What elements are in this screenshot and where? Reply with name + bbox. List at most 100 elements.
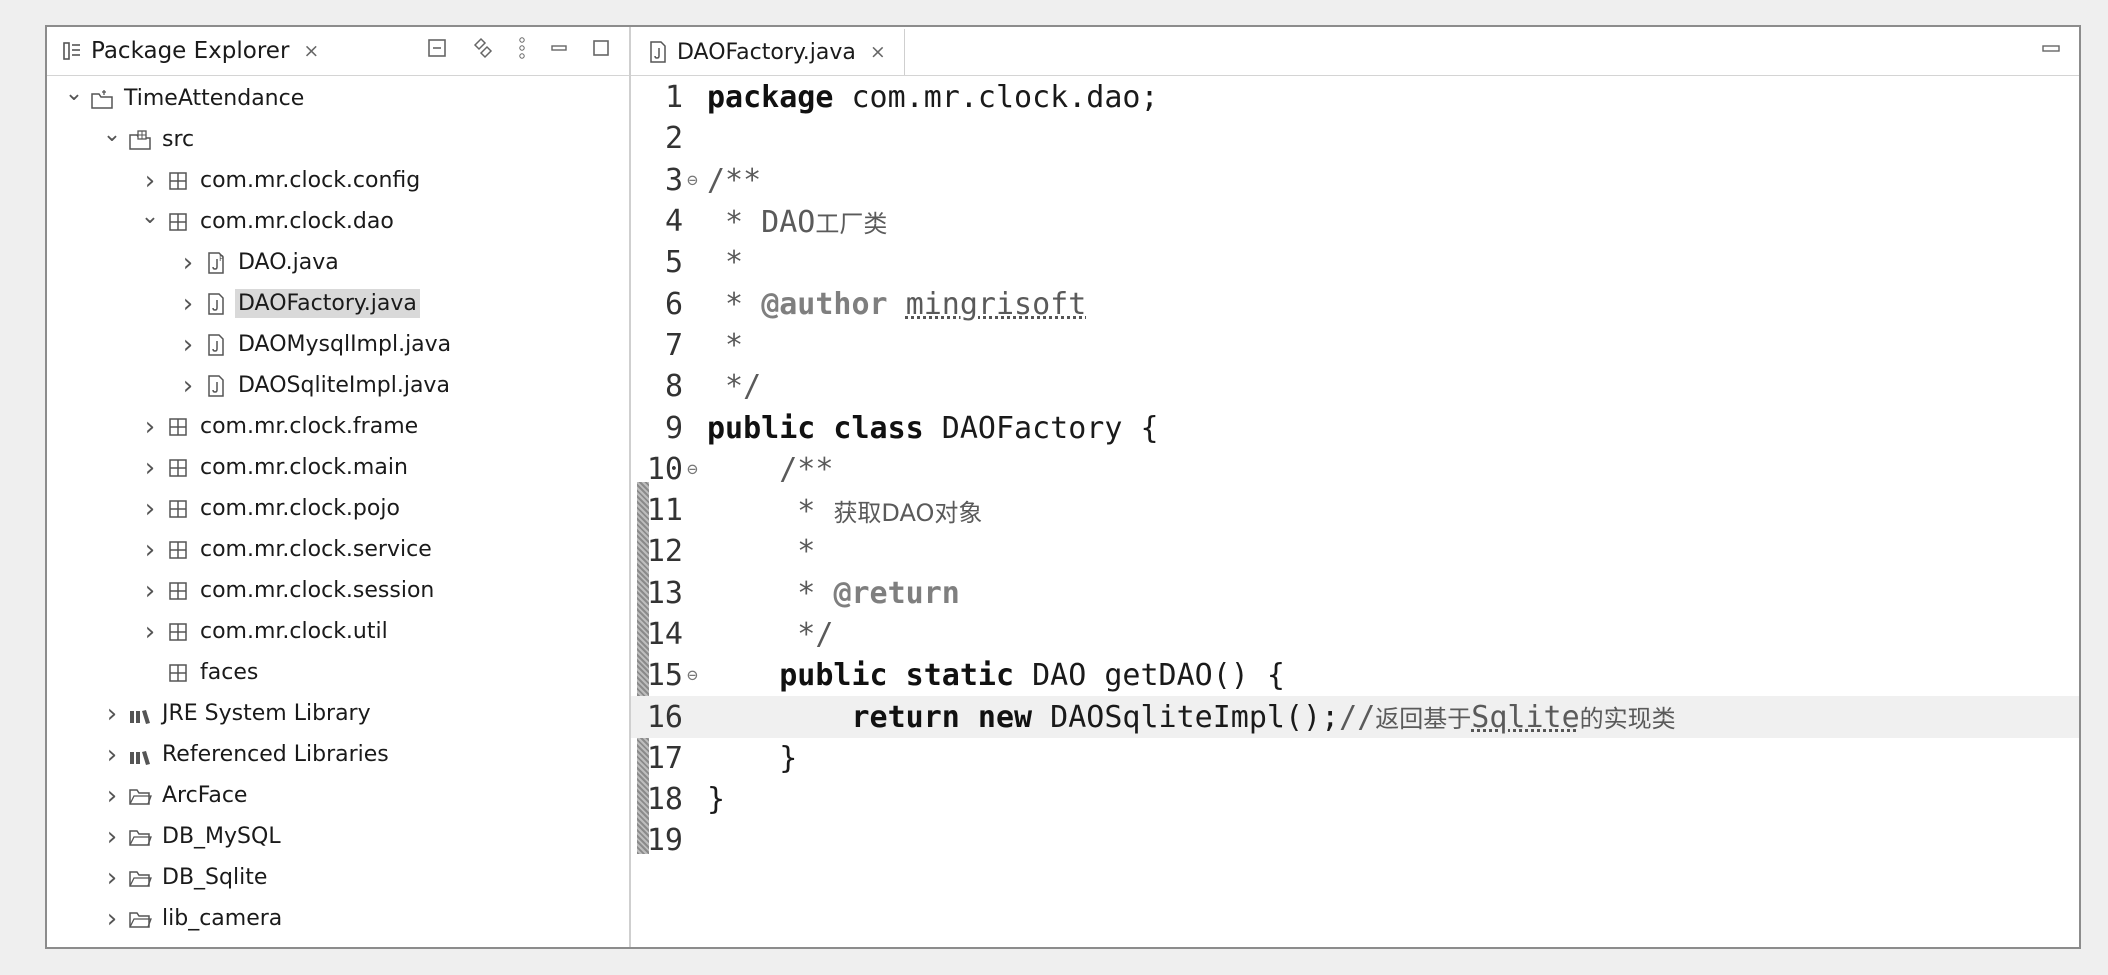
code-text: * 获取DAO对象: [707, 493, 983, 529]
collapse-all-icon[interactable]: [427, 38, 449, 64]
maximize-icon[interactable]: [591, 38, 611, 64]
chevron-down-icon[interactable]: ⌄: [63, 81, 85, 106]
chevron-right-icon[interactable]: ›: [139, 166, 161, 196]
code-line[interactable]: 13 * @return: [631, 573, 2079, 614]
code-line[interactable]: 10 ⊖ /**: [631, 449, 2079, 490]
tree-item[interactable]: › com.mr.clock.service: [47, 529, 629, 570]
editor-panel: DAOFactory.java × 1 package com.mr.clock.…: [631, 27, 2079, 947]
code-line[interactable]: 9 public class DAOFactory {: [631, 407, 2079, 448]
view-menu-icon[interactable]: [517, 36, 527, 66]
code-line[interactable]: 11 * 获取DAO对象: [631, 490, 2079, 531]
chevron-right-icon[interactable]: ›: [101, 781, 123, 811]
code-area[interactable]: 1 package com.mr.clock.dao; 2 3 ⊖/** 4 * DAO工…: [631, 77, 2079, 862]
code-line[interactable]: 4 * DAO工厂类: [631, 201, 2079, 242]
code-text: package com.mr.clock.dao;: [707, 80, 1159, 116]
line-number: 12: [646, 534, 683, 570]
chevron-right-icon[interactable]: ›: [177, 289, 199, 319]
code-line[interactable]: 16 return new DAOSqliteImpl();//返回基于Sqli…: [631, 696, 2079, 738]
tree-item[interactable]: › com.mr.clock.frame: [47, 406, 629, 447]
fold-toggle-icon[interactable]: ⊖: [687, 665, 707, 686]
code-line[interactable]: 6 * @author mingrisoft: [631, 283, 2079, 324]
chevron-right-icon[interactable]: ›: [101, 863, 123, 893]
line-number: 17: [646, 740, 683, 776]
chevron-right-icon[interactable]: ›: [177, 330, 199, 360]
tree-item[interactable]: › DB_Sqlite: [47, 857, 629, 898]
chevron-right-icon[interactable]: ›: [139, 494, 161, 524]
chevron-right-icon[interactable]: ›: [101, 699, 123, 729]
chevron-right-icon[interactable]: ›: [101, 904, 123, 934]
tree-item[interactable]: › DAOFactory.java: [47, 283, 629, 324]
tree-item[interactable]: ⌄ com.mr.clock.dao: [47, 201, 629, 242]
tree-item-label: ArcFace: [162, 783, 248, 808]
chevron-right-icon[interactable]: ›: [177, 248, 199, 278]
tree-item-label: DB_Sqlite: [162, 865, 268, 890]
tree-item[interactable]: › com.mr.clock.pojo: [47, 488, 629, 529]
tree-item[interactable]: › ArcFace: [47, 775, 629, 816]
code-text: *: [707, 534, 816, 570]
code-line[interactable]: 7 *: [631, 325, 2079, 366]
code-line[interactable]: 15 ⊖ public static DAO getDAO() {: [631, 655, 2079, 696]
code-line[interactable]: 3 ⊖/**: [631, 160, 2079, 201]
code-line[interactable]: 2: [631, 118, 2079, 159]
tree-item[interactable]: › com.mr.clock.util: [47, 611, 629, 652]
line-number: 8: [664, 369, 683, 405]
code-line[interactable]: 1 package com.mr.clock.dao;: [631, 77, 2079, 118]
code-line[interactable]: 8 */: [631, 366, 2079, 407]
chevron-right-icon[interactable]: ›: [139, 412, 161, 442]
chevron-down-icon[interactable]: ⌄: [139, 204, 161, 229]
tab-daofactory-java[interactable]: DAOFactory.java ×: [631, 29, 905, 75]
code-line[interactable]: 17 }: [631, 738, 2079, 779]
close-icon[interactable]: ×: [303, 40, 319, 62]
chevron-right-icon[interactable]: ›: [139, 453, 161, 483]
code-line[interactable]: 5 *: [631, 242, 2079, 283]
explorer-toolbar: [427, 27, 611, 75]
code-line[interactable]: 18}: [631, 779, 2079, 820]
tree-item[interactable]: faces: [47, 652, 629, 693]
line-number: 4: [664, 204, 683, 240]
ide-window: Package Explorer × ⌄ TimeAttendance ⌄ sr…: [45, 25, 2081, 949]
editor-tab-label: DAOFactory.java: [677, 39, 856, 65]
chevron-right-icon[interactable]: ›: [139, 576, 161, 606]
code-line[interactable]: 12 *: [631, 531, 2079, 572]
code-line[interactable]: 19: [631, 820, 2079, 861]
chevron-right-icon[interactable]: ›: [139, 617, 161, 647]
link-with-editor-icon[interactable]: [471, 37, 495, 65]
tree-item[interactable]: › DAOMysqlImpl.java: [47, 324, 629, 365]
tree-item-label: com.mr.clock.config: [200, 168, 421, 193]
code-line[interactable]: 14 */: [631, 614, 2079, 655]
svg-text:P: P: [219, 254, 224, 263]
line-number: 18: [646, 782, 683, 818]
tree-item[interactable]: ⌄ src: [47, 119, 629, 160]
chevron-down-icon[interactable]: ⌄: [101, 122, 123, 147]
tree-item[interactable]: › Referenced Libraries: [47, 734, 629, 775]
line-number: 2: [664, 121, 683, 157]
code-text: */: [707, 369, 762, 405]
tree-item[interactable]: ⌄ TimeAttendance: [47, 78, 629, 119]
tree-item-label: com.mr.clock.pojo: [200, 496, 400, 521]
tree-item[interactable]: › com.mr.clock.session: [47, 570, 629, 611]
chevron-right-icon[interactable]: ›: [101, 822, 123, 852]
line-number: 11: [646, 493, 683, 529]
minimize-icon[interactable]: [2041, 37, 2061, 62]
code-text: * @author mingrisoft: [707, 286, 1087, 322]
line-number: 5: [664, 245, 683, 281]
tree-item[interactable]: › P DAO.java: [47, 242, 629, 283]
chevron-right-icon[interactable]: ›: [139, 535, 161, 565]
tree-item[interactable]: › DAOSqliteImpl.java: [47, 365, 629, 406]
tree-item[interactable]: › DB_MySQL: [47, 816, 629, 857]
tree-item[interactable]: › com.mr.clock.config: [47, 160, 629, 201]
fold-toggle-icon[interactable]: ⊖: [687, 170, 707, 191]
tree-item-label: com.mr.clock.service: [200, 537, 432, 562]
tree-item[interactable]: › JRE System Library: [47, 693, 629, 734]
line-number: 16: [646, 699, 683, 735]
code-text: * @return: [707, 575, 960, 611]
tab-package-explorer[interactable]: Package Explorer ×: [47, 27, 319, 75]
fold-toggle-icon[interactable]: ⊖: [687, 459, 707, 480]
minimize-icon[interactable]: [549, 38, 569, 64]
close-icon[interactable]: ×: [870, 41, 886, 63]
package-icon: [165, 456, 191, 480]
chevron-right-icon[interactable]: ›: [177, 371, 199, 401]
tree-item[interactable]: › lib_camera: [47, 898, 629, 939]
chevron-right-icon[interactable]: ›: [101, 740, 123, 770]
tree-item[interactable]: › com.mr.clock.main: [47, 447, 629, 488]
